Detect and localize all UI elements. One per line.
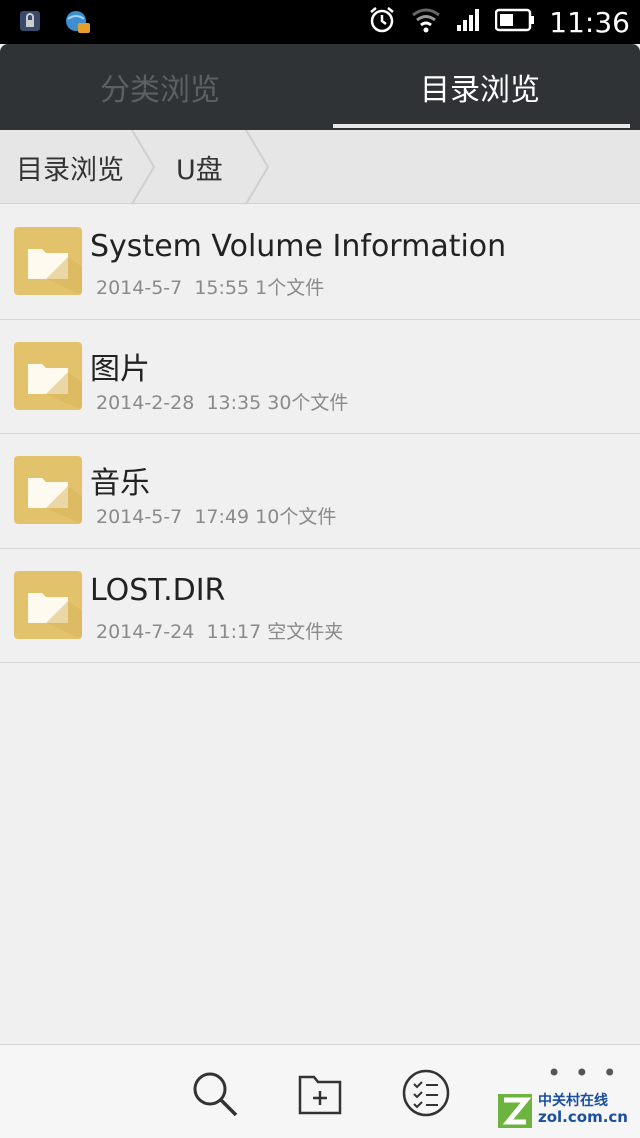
watermark-text-en: zol.com.cn <box>538 1108 628 1126</box>
breadcrumb: 目录浏览 U盘 <box>0 130 640 204</box>
new-folder-icon <box>298 1075 342 1115</box>
search-button[interactable] <box>186 1065 242 1121</box>
vpn-app-icon <box>64 9 90 33</box>
alarm-icon <box>367 5 397 39</box>
more-icon[interactable]: • • • <box>547 1059 620 1087</box>
breadcrumb-separator-icon <box>245 130 270 204</box>
active-tab-indicator <box>333 124 630 128</box>
breadcrumb-separator-icon <box>131 130 156 204</box>
file-name: LOST.DIR <box>90 572 226 608</box>
status-time: 11:36 <box>549 5 630 39</box>
watermark-logo: 中关村在线 zol.com.cn <box>494 1090 634 1134</box>
file-name: 音乐 <box>90 466 150 501</box>
new-folder-button[interactable] <box>292 1065 348 1121</box>
tab-category-browse[interactable]: 分类浏览 <box>0 44 320 130</box>
watermark-text-cn: 中关村在线 <box>538 1093 608 1109</box>
file-name: System Volume Information <box>90 229 507 264</box>
file-list: System Volume Information 2014-5-7 15:55… <box>0 205 640 663</box>
file-meta: 2014-7-24 11:17 空文件夹 <box>96 620 344 643</box>
search-icon <box>193 1072 238 1117</box>
lock-app-icon <box>18 9 42 33</box>
file-row[interactable]: 音乐 2014-5-7 17:49 10个文件 <box>0 434 640 549</box>
file-meta: 2014-5-7 15:55 1个文件 <box>96 277 325 299</box>
wifi-icon <box>411 7 441 37</box>
file-name: 图片 <box>90 351 150 387</box>
breadcrumb-item-root[interactable]: 目录浏览 <box>16 130 124 204</box>
battery-icon <box>495 8 535 36</box>
file-meta: 2014-5-7 17:49 10个文件 <box>96 506 337 528</box>
folder-icon <box>14 227 82 295</box>
folder-icon <box>14 341 82 410</box>
folder-icon <box>14 456 82 524</box>
zol-logo-icon <box>498 1094 532 1128</box>
tab-bar: 分类浏览 目录浏览 <box>0 44 640 130</box>
signal-icon <box>455 7 481 37</box>
status-bar: 11:36 <box>0 0 640 44</box>
file-row[interactable]: 图片 2014-2-28 13:35 30个文件 <box>0 320 640 434</box>
file-meta: 2014-2-28 13:35 30个文件 <box>96 391 349 414</box>
folder-icon <box>14 570 82 639</box>
breadcrumb-item-udisk[interactable]: U盘 <box>176 130 223 204</box>
file-row[interactable]: System Volume Information 2014-5-7 15:55… <box>0 205 640 320</box>
multi-select-icon <box>402 1069 450 1117</box>
tab-directory-browse[interactable]: 目录浏览 <box>320 44 640 130</box>
multi-select-button[interactable] <box>398 1065 454 1121</box>
file-row[interactable]: LOST.DIR 2014-7-24 11:17 空文件夹 <box>0 549 640 663</box>
